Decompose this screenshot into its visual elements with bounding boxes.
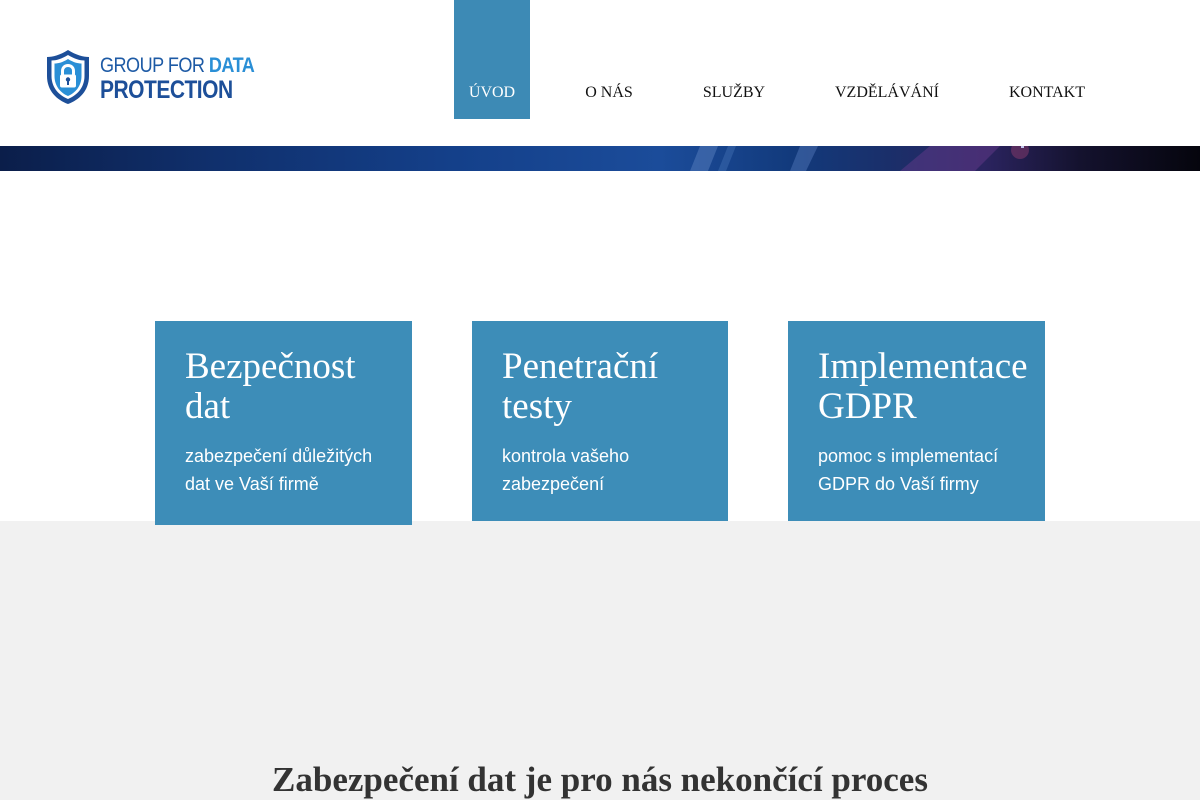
hero-banner (0, 146, 1200, 171)
logo[interactable]: GROUP FOR DATA PROTECTION (44, 48, 255, 108)
nav-item-vzdelavani[interactable]: VZDĚLÁVÁNÍ (824, 0, 950, 119)
card-title: Implementace GDPR (818, 346, 1028, 427)
service-card-penetration-tests[interactable]: Penetrační testy kontrola vašeho zabezpe… (472, 321, 728, 521)
logo-text-top: GROUP FOR DATA (100, 54, 255, 77)
card-title: Penetrační testy (502, 346, 659, 427)
nav-item-uvod[interactable]: ÚVOD (454, 0, 530, 119)
section-heading: Zabezpečení dat je pro nás nekončící pro… (272, 760, 928, 799)
hero-banner-graphic (690, 146, 1029, 171)
nav-item-kontakt[interactable]: KONTAKT (998, 0, 1096, 119)
nav-item-o-nas[interactable]: O NÁS (572, 0, 646, 119)
service-card-gdpr[interactable]: Implementace GDPR pomoc s implementací G… (788, 321, 1045, 521)
nav-item-sluzby[interactable]: SLUŽBY (690, 0, 778, 119)
service-card-data-security[interactable]: Bezpečnost dat zabezpečení důležitých da… (155, 321, 412, 525)
shield-lock-icon (47, 50, 89, 104)
card-text: pomoc s implementací GDPR do Vaší firmy (818, 446, 999, 494)
site-header: GROUP FOR DATA PROTECTION ÚVOD O NÁS SLU… (0, 0, 1200, 146)
logo-text-bottom: PROTECTION (100, 76, 233, 104)
card-text: zabezpečení důležitých dat ve Vaší firmě (185, 446, 373, 494)
card-title: Bezpečnost dat (185, 346, 356, 427)
card-text: kontrola vašeho zabezpečení (502, 446, 630, 494)
